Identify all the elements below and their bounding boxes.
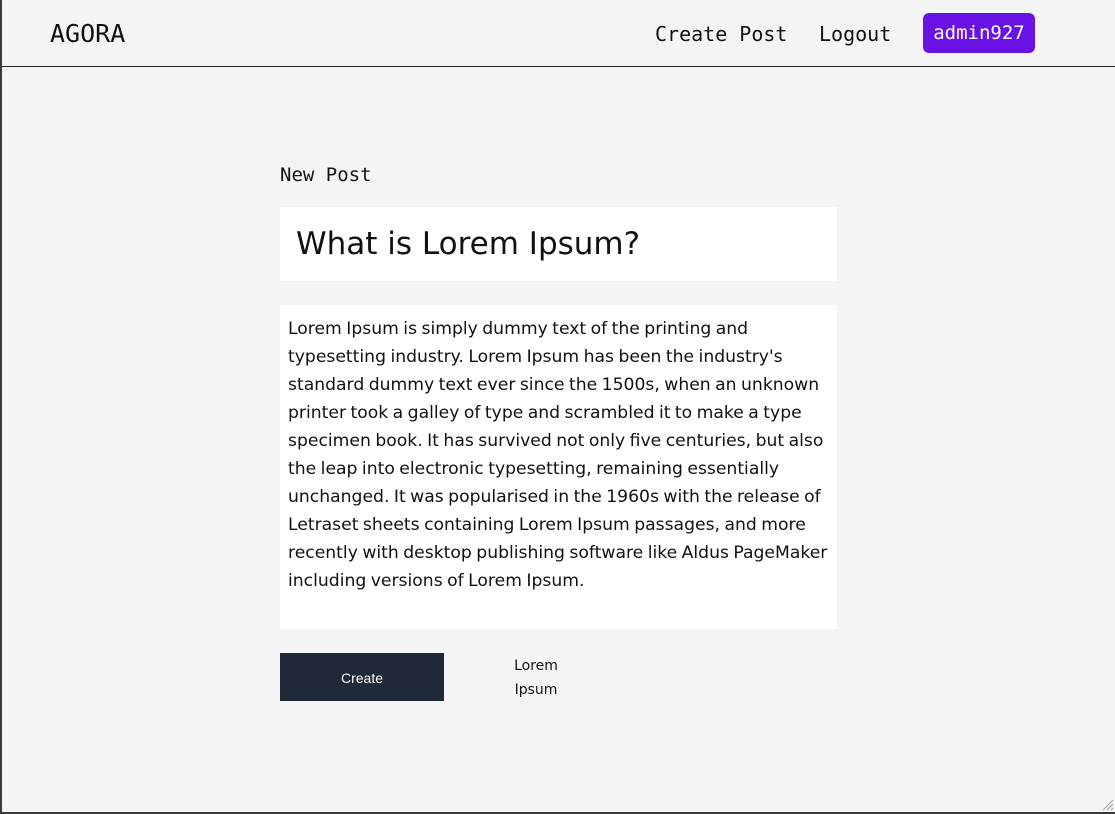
logout-link[interactable]: Logout bbox=[819, 20, 891, 48]
create-button[interactable]: Create bbox=[280, 653, 444, 701]
page-title: New Post bbox=[280, 164, 372, 186]
navbar: AGORA Create Post Logout admin927 bbox=[2, 0, 1115, 67]
brand-logo[interactable]: AGORA bbox=[50, 18, 125, 50]
create-post-link[interactable]: Create Post bbox=[655, 20, 787, 48]
resize-grip-icon[interactable] bbox=[1101, 798, 1113, 810]
post-body-textarea[interactable]: Lorem Ipsum is simply dummy text of the … bbox=[280, 305, 837, 629]
user-badge[interactable]: admin927 bbox=[923, 13, 1035, 53]
side-text: Lorem Ipsum bbox=[514, 658, 558, 698]
post-title-input[interactable] bbox=[280, 207, 837, 281]
